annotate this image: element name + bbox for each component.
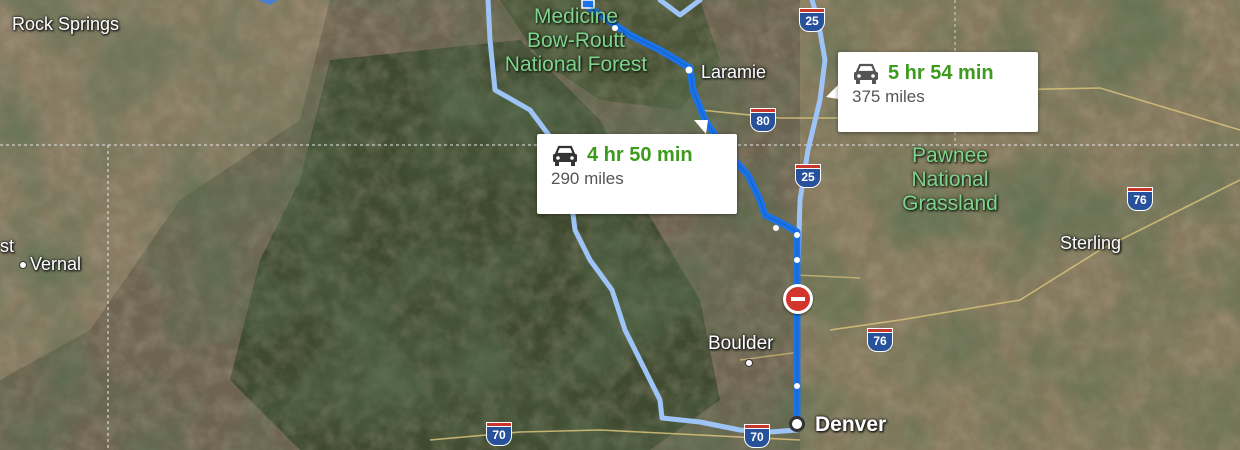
- park-label-line: Pawnee: [912, 144, 988, 167]
- car-icon: [854, 63, 878, 84]
- park-label-line: National Forest: [504, 53, 648, 76]
- interstate-shield-icon: 25: [799, 8, 825, 32]
- interstate-shield-icon: 70: [486, 422, 512, 446]
- place-label-laramie: Laramie: [701, 62, 767, 82]
- park-label-pawnee: Pawnee National Grassland: [880, 144, 1020, 216]
- interstate-shield-icon: 76: [867, 328, 893, 352]
- no-entry-icon[interactable]: [783, 284, 813, 314]
- route-distance: 290 miles: [551, 169, 624, 188]
- park-label-line: National: [911, 168, 989, 191]
- route-waypoint: [773, 225, 779, 231]
- place-label-denver: Denver: [815, 413, 887, 436]
- route-waypoint: [794, 383, 800, 389]
- route-waypoint: [794, 232, 800, 238]
- interstate-shield-icon: 80: [750, 108, 776, 132]
- route-duration: 5 hr 54 min: [888, 62, 994, 84]
- route-callout-header: 5 hr 54 min: [852, 62, 1024, 85]
- shield-number: 80: [750, 113, 776, 132]
- city-dot-vernal: [19, 261, 27, 269]
- interstate-shield-icon: 70: [744, 424, 770, 448]
- route-callout-selected[interactable]: 4 hr 50 min 290 miles: [537, 134, 737, 214]
- place-label-sterling: Sterling: [1060, 233, 1122, 253]
- route-distance: 375 miles: [852, 87, 925, 106]
- place-label-boulder: Boulder: [708, 333, 774, 354]
- route-callout-alternate[interactable]: 5 hr 54 min 375 miles: [838, 52, 1038, 132]
- park-label-line: Bow-Routt: [526, 29, 626, 52]
- shield-number: 76: [867, 333, 893, 352]
- shield-number: 70: [486, 427, 512, 446]
- shield-number: 25: [795, 169, 821, 188]
- destination-marker-icon[interactable]: [789, 416, 805, 432]
- place-label-fragment: st: [0, 236, 15, 256]
- interstate-shield-icon: 76: [1127, 187, 1153, 211]
- route-waypoint: [685, 66, 693, 74]
- route-duration: 4 hr 50 min: [587, 144, 693, 166]
- place-label-rock-springs: Rock Springs: [12, 14, 120, 34]
- shield-number: 70: [744, 429, 770, 448]
- park-label-medicine-bow: Medicine Bow-Routt National Forest: [481, 5, 671, 77]
- place-label-vernal: Vernal: [30, 254, 82, 274]
- car-icon: [553, 145, 577, 166]
- shield-number: 76: [1127, 192, 1153, 211]
- city-dot-boulder: [745, 359, 753, 367]
- park-label-line: Grassland: [902, 192, 998, 215]
- interstate-shield-icon: 25: [795, 164, 821, 188]
- route-callout-header: 4 hr 50 min: [551, 144, 723, 167]
- shield-number: 25: [799, 13, 825, 32]
- park-label-line: Medicine: [533, 5, 619, 28]
- route-waypoint: [794, 257, 800, 263]
